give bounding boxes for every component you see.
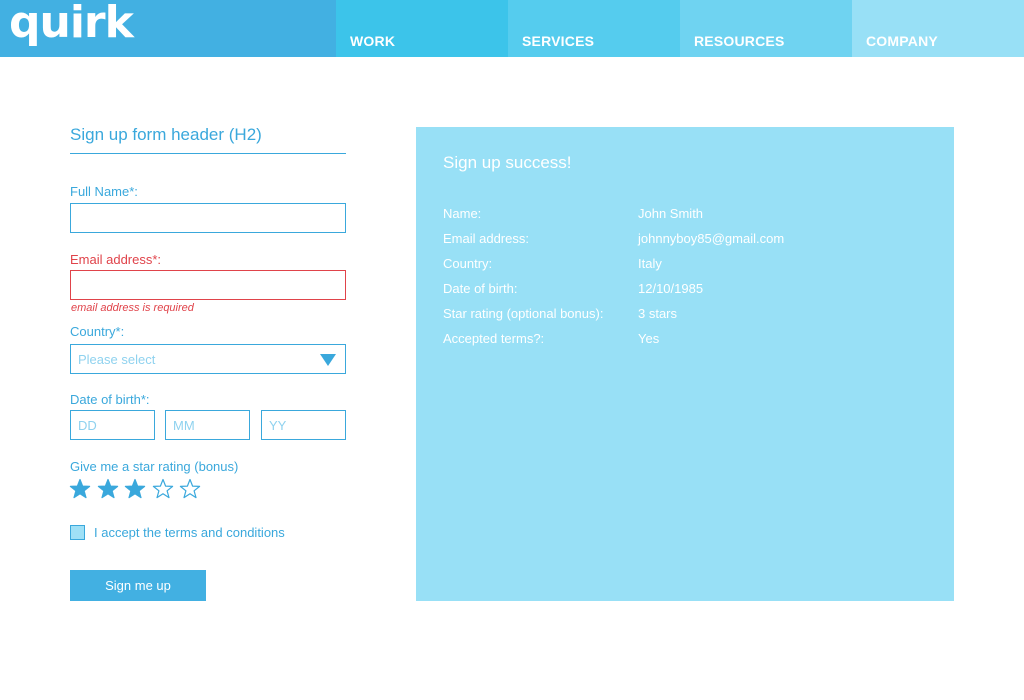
email-input[interactable] [70, 270, 346, 300]
star-empty-icon[interactable] [152, 478, 174, 500]
success-row: Star rating (optional bonus): 3 stars [443, 306, 943, 324]
star-rating [69, 478, 207, 500]
success-panel: Sign up success! Name: John Smith Email ad… [416, 127, 954, 601]
star-filled-icon[interactable] [97, 478, 119, 500]
success-row-value: 12/10/1985 [638, 281, 704, 296]
success-row-key: Email address: [443, 231, 529, 246]
nav-item-resources[interactable]: RESOURCES [680, 0, 852, 57]
sign-up-button[interactable]: Sign me up [70, 570, 206, 601]
dob-year-input[interactable] [261, 410, 346, 440]
nav-item-label: WORK [350, 33, 396, 49]
success-row-key: Star rating (optional bonus): [443, 306, 604, 321]
star-empty-icon[interactable] [179, 478, 201, 500]
success-row-value: Italy [638, 256, 662, 271]
terms-checkbox[interactable] [70, 525, 85, 540]
nav-item-label: RESOURCES [694, 33, 785, 49]
form-title: Sign up form header (H2) [70, 125, 262, 144]
success-row-value: Yes [638, 331, 660, 346]
success-title: Sign up success! [443, 153, 572, 172]
country-select-placeholder: Please select [78, 352, 156, 367]
success-row: Date of birth: 12/10/1985 [443, 281, 943, 299]
success-row: Accepted terms?: Yes [443, 331, 943, 349]
terms-label[interactable]: I accept the terms and conditions [94, 525, 285, 540]
top-header: quirk WORK SERVICES RESOURCES COMPANY [0, 0, 1024, 57]
success-row: Email address: johnnyboy85@gmail.com [443, 231, 943, 249]
success-row: Name: John Smith [443, 206, 943, 224]
success-row-value: johnnyboy85@gmail.com [638, 231, 785, 246]
success-row-value: 3 stars [638, 306, 678, 321]
star-filled-icon[interactable] [69, 478, 91, 500]
form-title-divider [70, 153, 346, 154]
success-row-key: Country: [443, 256, 493, 271]
nav-item-services[interactable]: SERVICES [508, 0, 680, 57]
success-row-key: Date of birth: [443, 281, 518, 296]
success-row: Country: Italy [443, 256, 943, 274]
dob-label: Date of birth*: [70, 392, 150, 407]
nav-item-company[interactable]: COMPANY [852, 0, 1024, 57]
rating-label: Give me a star rating (bonus) [70, 459, 239, 474]
dropdown-arrow-icon [320, 354, 336, 366]
logo-block[interactable]: quirk [0, 0, 336, 57]
star-filled-icon[interactable] [124, 478, 146, 500]
dob-month-input[interactable] [165, 410, 250, 440]
nav-item-label: SERVICES [522, 33, 595, 49]
full-name-input[interactable] [70, 203, 346, 233]
quirk-logo[interactable]: quirk [9, 0, 134, 48]
full-name-label: Full Name*: [70, 184, 138, 199]
nav-item-label: COMPANY [866, 33, 938, 49]
email-label: Email address*: [70, 252, 162, 267]
email-error-message: email address is required [71, 302, 194, 314]
success-row-value: John Smith [638, 206, 704, 221]
dob-day-input[interactable] [70, 410, 155, 440]
country-select[interactable]: Please select [70, 344, 346, 374]
nav-item-work[interactable]: WORK [336, 0, 508, 57]
country-label: Country*: [70, 324, 125, 339]
success-row-key: Accepted terms?: [443, 331, 545, 346]
success-row-key: Name: [443, 206, 482, 221]
